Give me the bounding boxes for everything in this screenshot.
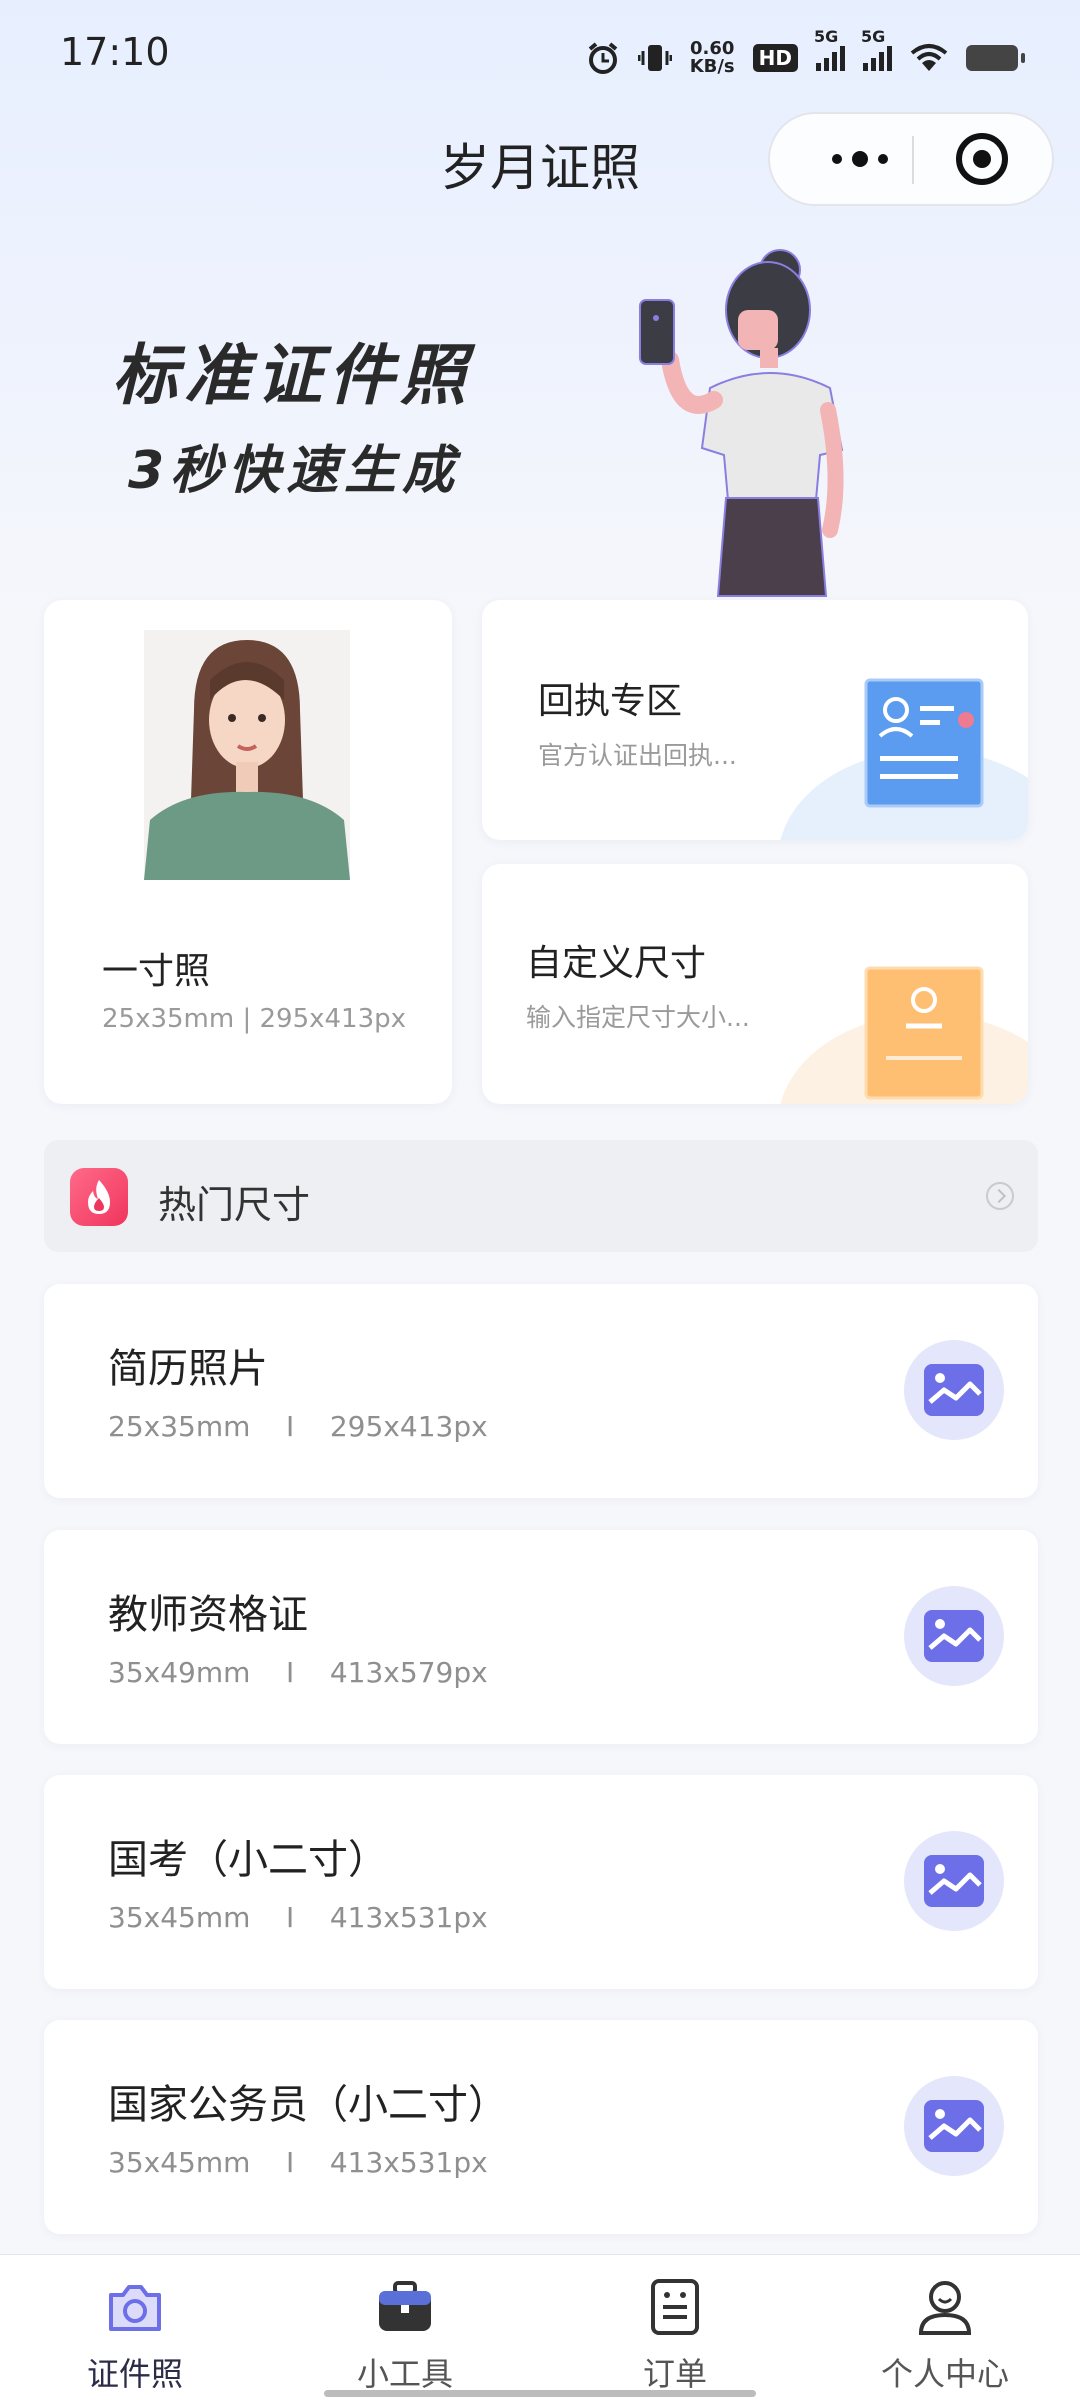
banner-subheadline: 3秒快速生成 <box>128 441 461 501</box>
size-title: 国家公务员（小二寸） <box>108 2082 508 2128</box>
one-inch-photo-card[interactable]: 一寸照 25x35mm | 295x413px <box>44 600 452 1104</box>
size-spec: 35x49mm I 413x579px <box>108 1656 488 1689</box>
image-icon <box>904 1340 1004 1440</box>
banner-headline: 标准证件照 <box>112 337 472 414</box>
order-icon <box>651 2279 699 2335</box>
size-title: 教师资格证 <box>108 1592 308 1638</box>
wifi-icon <box>910 44 948 71</box>
toolbox-icon <box>379 2281 431 2331</box>
fire-icon <box>70 1168 128 1226</box>
vibrate-icon <box>637 45 672 71</box>
receipt-zone-card[interactable]: 回执专区 官方认证出回执... <box>482 600 1028 840</box>
woman-with-phone-illustration <box>639 249 844 597</box>
portrait-sample-image <box>144 630 350 880</box>
mini-program-capsule <box>768 112 1054 206</box>
receipt-zone-desc: 官方认证出回执... <box>538 741 737 770</box>
hot-sizes-label: 热门尺寸 <box>158 1183 311 1227</box>
alarm-icon <box>588 42 617 74</box>
list-item[interactable]: 简历照片 25x35mm I 295x413px <box>44 1284 1038 1498</box>
camera-icon <box>109 2285 161 2331</box>
more-menu-button[interactable] <box>810 114 910 204</box>
image-icon <box>904 1586 1004 1686</box>
bottom-tab-bar: 证件照 小工具 订单 个人中心 <box>0 2254 1080 2401</box>
hot-sizes-header[interactable]: 热门尺寸 <box>44 1140 1038 1252</box>
size-title: 国考（小二寸） <box>108 1837 388 1883</box>
one-inch-spec: 25x35mm | 295x413px <box>102 1004 407 1034</box>
image-icon <box>904 2076 1004 2176</box>
capsule-divider <box>912 136 914 184</box>
one-inch-title: 一寸照 <box>102 951 211 992</box>
close-mini-program-button[interactable] <box>956 133 1008 185</box>
chevron-right-icon[interactable] <box>986 1182 1014 1210</box>
tab-label: 个人中心 <box>880 2355 1009 2393</box>
list-item[interactable]: 国家公务员（小二寸） 35x45mm I 413x531px <box>44 2020 1038 2234</box>
size-title: 简历照片 <box>108 1346 268 1392</box>
status-time: 17:10 <box>60 30 170 74</box>
custom-size-desc: 输入指定尺寸大小... <box>526 1003 750 1032</box>
tab-label: 小工具 <box>356 2355 453 2393</box>
network-speed: 0.60 KB/s <box>689 38 735 77</box>
size-spec: 35x45mm I 413x531px <box>108 1901 488 1934</box>
home-indicator <box>324 2390 756 2397</box>
status-icons: 0.60 KB/s HD 5G 5G <box>586 27 1025 80</box>
custom-size-card[interactable]: 自定义尺寸 输入指定尺寸大小... <box>482 864 1028 1104</box>
id-card-blue-icon <box>780 678 1028 840</box>
size-spec: 25x35mm I 295x413px <box>108 1410 488 1443</box>
tab-id-photo[interactable]: 证件照 <box>0 2255 270 2401</box>
image-icon <box>904 1831 1004 1931</box>
custom-size-title: 自定义尺寸 <box>526 943 707 984</box>
battery-icon <box>966 45 1025 71</box>
signal-sim2-icon: 5G <box>861 27 892 71</box>
list-item[interactable]: 教师资格证 35x49mm I 413x579px <box>44 1530 1038 1744</box>
tab-label: 证件照 <box>86 2355 183 2393</box>
tab-tools[interactable]: 小工具 <box>270 2255 540 2401</box>
id-card-orange-icon <box>780 966 1028 1104</box>
tab-label: 订单 <box>642 2355 707 2393</box>
receipt-zone-title: 回执专区 <box>538 681 683 722</box>
user-icon <box>918 2281 972 2335</box>
signal-sim1-icon: 5G <box>814 27 845 71</box>
tab-profile[interactable]: 个人中心 <box>810 2255 1080 2401</box>
tab-orders[interactable]: 订单 <box>540 2255 810 2401</box>
hd-badge: HD <box>752 44 798 72</box>
list-item[interactable]: 国考（小二寸） 35x45mm I 413x531px <box>44 1775 1038 1989</box>
size-spec: 35x45mm I 413x531px <box>108 2146 488 2179</box>
status-bar: 17:10 0.60 KB/s HD 5G 5G <box>0 0 1080 110</box>
